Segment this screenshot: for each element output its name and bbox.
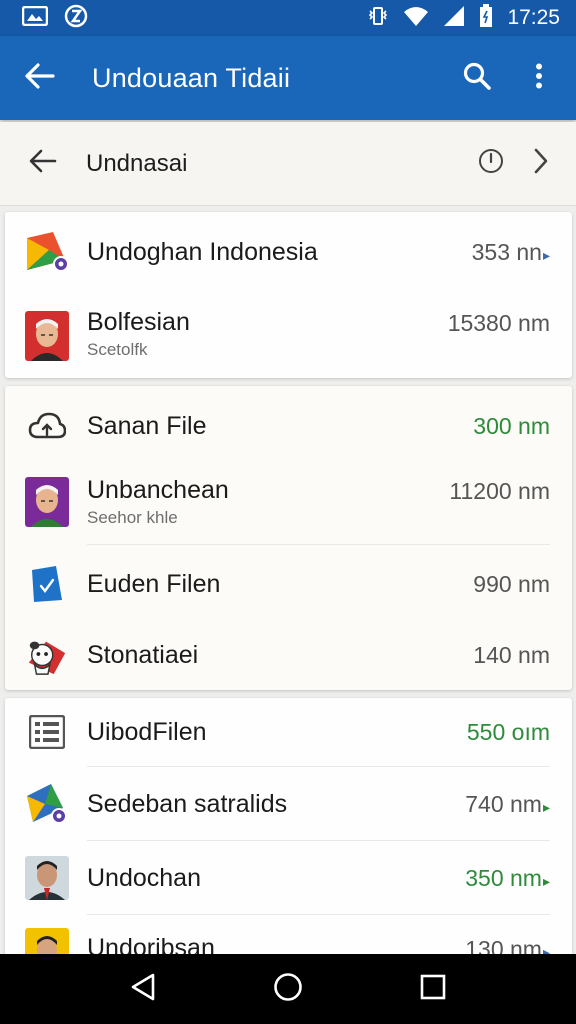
list-item[interactable]: Undochan 350 nm▸: [5, 842, 572, 914]
list-item-title: Undoghan Indonesia: [87, 237, 318, 266]
file-size: 15380 nm: [448, 310, 550, 337]
list-icon: [25, 710, 69, 754]
file-size: 550 oım: [467, 719, 550, 746]
wifi-icon: [403, 5, 429, 32]
file-group-1: Undoghan Indonesia 353 nn▸ Bolfesian Sce…: [5, 212, 572, 378]
search-icon: [463, 62, 491, 95]
file-group-3: UibodFilen 550 oım Sedeban satralids 740…: [5, 698, 572, 960]
status-time: 17:25: [507, 6, 560, 29]
list-item-title: Stonatiaei: [87, 640, 199, 669]
list-item-subtitle: Seehor khle: [87, 508, 178, 527]
signal-icon: [443, 5, 465, 32]
file-size-value: 350 nm: [465, 864, 542, 891]
avatar-man: [25, 856, 69, 900]
file-size-value: 990 nm: [473, 570, 550, 597]
divider: [87, 840, 550, 841]
list-item-subtitle: Scetolfk: [87, 340, 148, 359]
file-size: 740 nm▸: [465, 791, 550, 818]
nav-recents-button[interactable]: [403, 959, 463, 1019]
list-item-text: Stonatiaei: [87, 641, 198, 670]
file-size-value: 11200 nm: [449, 478, 550, 504]
file-size-value: 300 nm: [473, 412, 550, 439]
list-item[interactable]: Sedeban satralids 740 nm▸: [5, 768, 572, 840]
divider: [87, 766, 550, 767]
back-triangle-icon: [130, 973, 156, 1006]
file-size-value: 550 oım: [466, 718, 550, 745]
list-item-text: Sedeban satralids: [87, 790, 287, 819]
sub-header-label: Undnasai: [86, 149, 188, 177]
status-bar: 17:25: [0, 0, 576, 36]
list-item[interactable]: Undoghan Indonesia 353 nn▸: [5, 212, 572, 292]
more-vert-icon: [535, 63, 543, 94]
chevron-right-icon: ▸: [542, 798, 550, 815]
file-size-value: 353 nn: [471, 238, 542, 265]
page-title: Undouaan Tidaii: [92, 62, 291, 93]
notification-icon: [64, 4, 88, 33]
clock-icon: [478, 148, 504, 179]
list-item-text: Unbanchean Seehor khle: [87, 476, 229, 528]
next-button[interactable]: [516, 122, 566, 205]
file-size: 300 nm: [473, 413, 550, 440]
battery-icon: [479, 3, 493, 33]
nav-back-button[interactable]: [113, 959, 173, 1019]
list-item-text: UibodFilen: [87, 718, 207, 747]
list-item-title: Sedeban satralids: [87, 789, 288, 818]
list-item-title: Bolfesian: [87, 308, 190, 336]
list-item-text: Euden Filen: [87, 570, 220, 599]
list-item[interactable]: Sanan File 300 nm: [5, 386, 572, 466]
chevron-right-icon: ▸: [542, 246, 550, 263]
cloud-icon: [25, 404, 69, 448]
app-bar: Undouaan Tidaii: [0, 36, 576, 120]
app-store-icon: [25, 782, 69, 826]
mascot-icon: [25, 633, 69, 677]
vibrate-icon: [367, 5, 389, 32]
file-size: 353 nn▸: [472, 239, 550, 266]
sub-header: Undnasai: [0, 122, 576, 206]
image-icon: [21, 5, 49, 31]
divider: [87, 914, 550, 915]
avatar-red: [25, 311, 69, 361]
list-item-title: Euden Filen: [87, 569, 221, 598]
list-item-title: Sanan File: [87, 411, 207, 440]
chevron-right-icon: [533, 148, 549, 179]
document-icon: [25, 562, 69, 606]
list-item-title: Undochan: [87, 863, 201, 892]
file-size-value: 740 nm: [465, 790, 542, 817]
file-size-value: 140 nm: [473, 641, 550, 668]
recents-square-icon: [420, 974, 446, 1005]
list-item-text: Undochan: [87, 864, 201, 893]
search-button[interactable]: [446, 36, 508, 120]
file-size: 990 nm: [473, 571, 550, 598]
file-group-2: Sanan File 300 nm Unbanchean Seehor khle…: [5, 386, 572, 690]
arrow-back-icon: [25, 62, 55, 94]
list-item[interactable]: Unbanchean Seehor khle 11200 nm: [5, 462, 572, 542]
clock-button[interactable]: [466, 122, 516, 205]
list-item-text: Bolfesian Scetolfk: [87, 308, 190, 360]
list-item[interactable]: Bolfesian Scetolfk 15380 nm: [5, 294, 572, 378]
list-item-title: UibodFilen: [87, 717, 207, 746]
file-size: 11200 nm: [449, 478, 550, 505]
file-size: 350 nm▸: [465, 865, 550, 892]
list-item[interactable]: Euden Filen 990 nm: [5, 546, 572, 622]
navigation-bar: [0, 954, 576, 1024]
list-item-text: Sanan File: [87, 412, 207, 441]
file-size-value: 15380 nm: [447, 310, 550, 336]
back-button[interactable]: [0, 36, 80, 120]
avatar-purple: [25, 477, 69, 527]
arrow-back-icon: [29, 149, 57, 178]
more-options-button[interactable]: [508, 36, 570, 120]
file-size: 140 nm: [473, 642, 550, 669]
nav-home-button[interactable]: [258, 959, 318, 1019]
chevron-right-icon: ▸: [542, 872, 550, 889]
list-item[interactable]: UibodFilen 550 oım: [5, 698, 572, 766]
home-circle-icon: [273, 972, 303, 1007]
divider: [87, 544, 550, 545]
list-item[interactable]: Stonatiaei 140 nm: [5, 620, 572, 690]
sub-back-button[interactable]: [0, 122, 86, 205]
list-item-title: Unbanchean: [87, 476, 229, 504]
app-store-icon: [25, 230, 69, 274]
list-item-text: Undoghan Indonesia: [87, 238, 318, 267]
